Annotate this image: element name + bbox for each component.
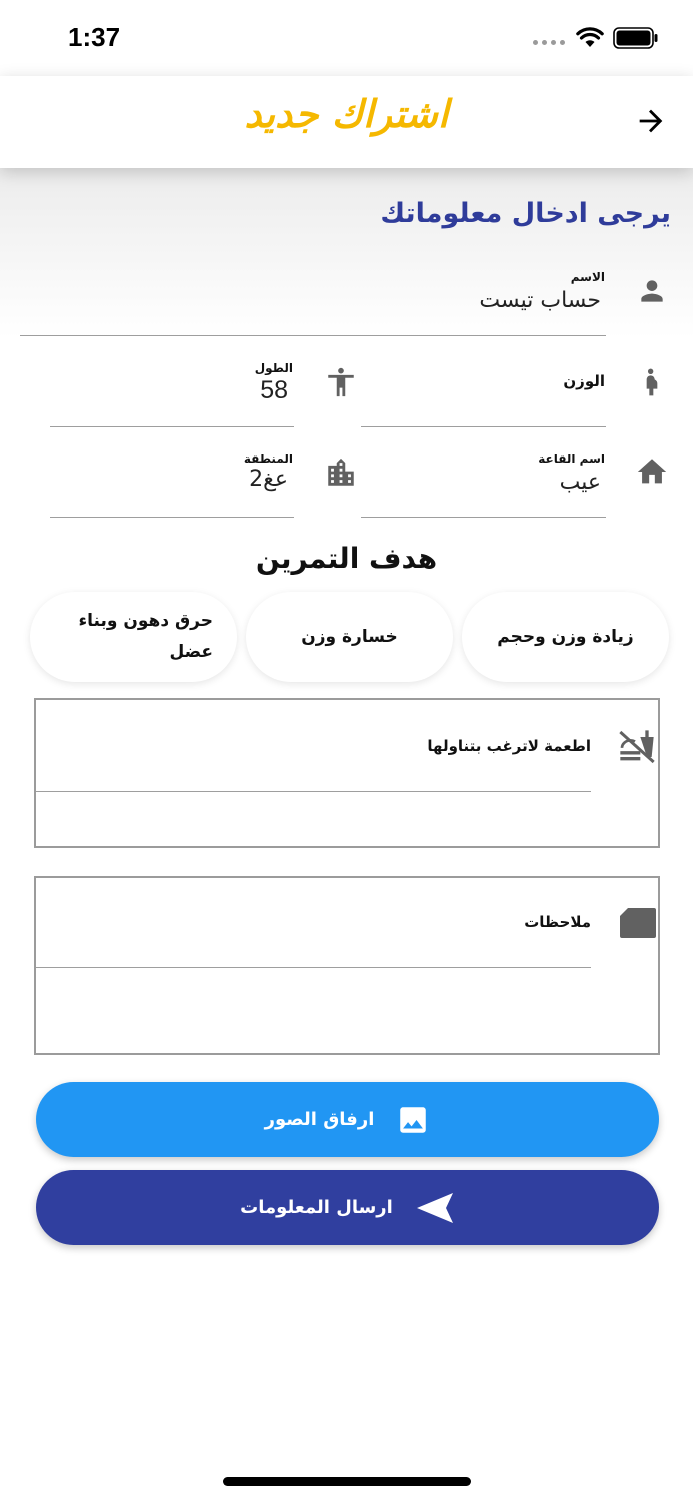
name-input[interactable]: حساب تيست xyxy=(201,288,601,313)
accessibility-icon xyxy=(328,367,354,397)
status-time: 1:37 xyxy=(68,22,121,52)
form-heading: يرجى ادخال معلوماتك xyxy=(380,198,671,229)
image-icon xyxy=(400,1106,427,1133)
gym-underline xyxy=(361,517,606,518)
goal-option-gain[interactable]: زيادة وزن وحجم xyxy=(462,592,669,682)
location-city-icon xyxy=(328,458,354,486)
back-arrow-icon[interactable] xyxy=(634,104,668,138)
wifi-icon xyxy=(576,27,604,47)
no-food-icon xyxy=(619,730,655,764)
submit-label: ارسال المعلومات xyxy=(240,1197,393,1218)
goal-option-burn[interactable]: حرق دهون وبناء عضل xyxy=(30,592,237,682)
attach-photos-label: ارفاق الصور xyxy=(264,1109,375,1130)
name-underline xyxy=(20,335,606,336)
home-indicator xyxy=(223,1477,471,1486)
attach-photos-button[interactable]: ارفاق الصور xyxy=(36,1082,659,1157)
weight-input[interactable] xyxy=(401,388,601,416)
height-input[interactable]: 58 xyxy=(88,376,288,405)
foods-underline xyxy=(36,791,591,792)
gym-label: اسم القاعة xyxy=(538,452,605,466)
send-icon xyxy=(416,1192,453,1223)
goal-option-loss[interactable]: خسارة وزن xyxy=(246,592,453,682)
home-icon xyxy=(637,459,667,484)
notes-label: ملاحظات xyxy=(524,913,591,931)
note-icon xyxy=(620,908,656,938)
notes-input[interactable] xyxy=(40,972,652,1048)
person-icon xyxy=(641,280,663,302)
page-title: اشتراك جديد xyxy=(244,92,449,136)
region-underline xyxy=(50,517,294,518)
height-label: الطول xyxy=(254,361,293,375)
notes-underline xyxy=(36,967,591,968)
region-label: المنطقة xyxy=(243,452,293,466)
region-input[interactable]: عغ2 xyxy=(88,467,288,492)
height-underline xyxy=(50,426,294,427)
submit-button[interactable]: ارسال المعلومات xyxy=(36,1170,659,1245)
foods-label: اطعمة لاترغب بتناولها xyxy=(427,737,591,755)
weight-underline xyxy=(361,426,606,427)
gym-input[interactable]: عيب xyxy=(401,470,601,495)
name-label: الاسم xyxy=(570,270,605,284)
goal-title: هدف التمرين xyxy=(255,542,438,575)
pregnant-woman-icon xyxy=(646,368,658,396)
battery-icon xyxy=(613,27,658,49)
foods-input[interactable] xyxy=(40,796,652,842)
signal-dots-icon xyxy=(533,40,565,45)
